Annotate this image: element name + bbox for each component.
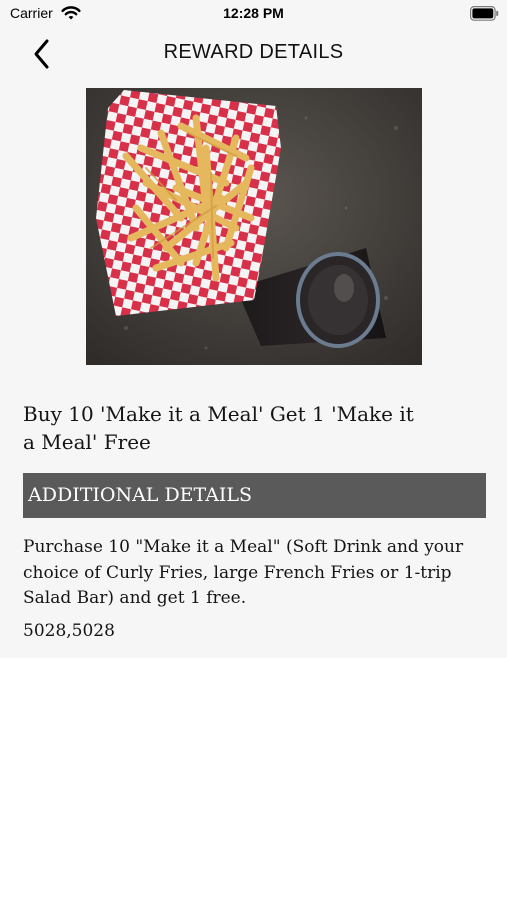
reward-description: Purchase 10 "Make it a Meal" (Soft Drink…	[23, 537, 464, 608]
navigation-bar: REWARD DETAILS	[0, 28, 507, 80]
fries-and-drink-photo	[86, 88, 422, 365]
status-bar: Carrier 12:28 PM	[0, 0, 507, 28]
page-title: REWARD DETAILS	[163, 41, 344, 63]
battery-icon	[470, 6, 499, 21]
reward-details-content: Buy 10 'Make it a Meal' Get 1 'Make it a…	[0, 80, 507, 658]
additional-details-header: ADDITIONAL DETAILS	[23, 473, 486, 518]
status-time: 12:28 PM	[223, 5, 284, 21]
reward-title: Buy 10 'Make it a Meal' Get 1 'Make it a…	[23, 402, 414, 454]
additional-details-label: ADDITIONAL DETAILS	[28, 484, 253, 506]
reward-codes: 5028,5028	[23, 621, 115, 641]
